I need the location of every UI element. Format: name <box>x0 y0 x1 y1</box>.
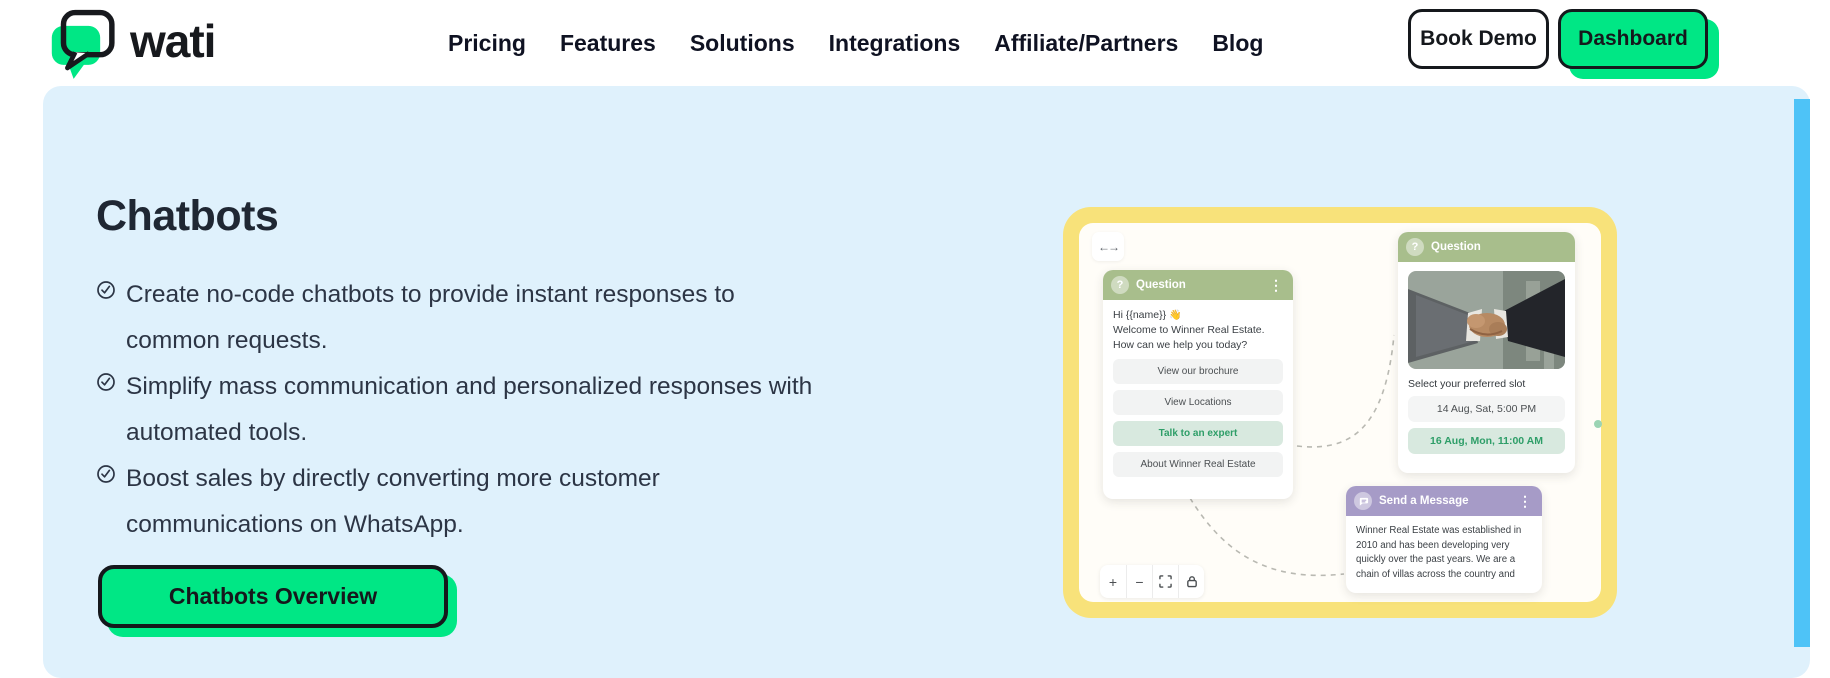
question-mark-icon: ? <box>1111 276 1129 294</box>
card-title: Question <box>1431 241 1481 253</box>
kebab-menu-icon[interactable]: ⋮ <box>1267 277 1285 294</box>
quick-reply-view-locations[interactable]: View Locations <box>1113 390 1283 415</box>
question-node-card: ? Question ⋮ Hi {{name}} 👋 Welcome to Wi… <box>1103 270 1293 499</box>
nav-item-solutions[interactable]: Solutions <box>690 30 795 57</box>
check-circle-icon <box>97 373 115 391</box>
top-navigation-bar: wati Pricing Features Solutions Integrat… <box>0 0 1830 86</box>
canvas-zoom-toolbar: + − <box>1100 565 1204 598</box>
book-demo-button[interactable]: Book Demo <box>1408 9 1549 69</box>
chatbots-overview-button[interactable]: Chatbots Overview <box>98 565 448 628</box>
zoom-in-button[interactable]: + <box>1100 565 1126 598</box>
lock-canvas-button[interactable] <box>1178 565 1204 598</box>
check-circle-icon <box>97 281 115 299</box>
resize-handle[interactable]: ←→ <box>1092 232 1124 261</box>
dashboard-button[interactable]: Dashboard <box>1558 9 1708 69</box>
slot-options: 14 Aug, Sat, 5:00 PM 16 Aug, Mon, 11:00 … <box>1408 396 1565 454</box>
chatbot-builder-illustration: ←→ ? Question ⋮ Hi {{name}} 👋 Welcome to… <box>1063 207 1617 618</box>
wati-logo[interactable]: wati <box>44 4 216 82</box>
card-title: Question <box>1136 279 1186 291</box>
main-nav: Pricing Features Solutions Integrations … <box>448 0 1263 86</box>
message-card-text: Winner Real Estate was established in 20… <box>1356 525 1522 580</box>
kebab-menu-icon[interactable]: ⋮ <box>1516 493 1534 510</box>
question-card-body: Hi {{name}} 👋 Welcome to Winner Real Est… <box>1103 300 1293 487</box>
slot-option-14-aug[interactable]: 14 Aug, Sat, 5:00 PM <box>1408 396 1565 422</box>
send-message-node-card: Send a Message ⋮ Winner Real Estate was … <box>1346 486 1542 593</box>
nav-item-blog[interactable]: Blog <box>1212 30 1263 57</box>
question-mark-icon: ? <box>1406 238 1424 256</box>
question-card-header: ? Question ⋮ <box>1103 270 1293 300</box>
zoom-out-button[interactable]: − <box>1126 565 1152 598</box>
quick-reply-talk-to-expert[interactable]: Talk to an expert <box>1113 421 1283 446</box>
fullscreen-icon <box>1159 575 1172 588</box>
greeting-line: Hi {{name}} 👋 <box>1113 308 1283 323</box>
quick-reply-view-brochure[interactable]: View our brochure <box>1113 359 1283 384</box>
nav-item-integrations[interactable]: Integrations <box>829 30 961 57</box>
bullet-text: Boost sales by directly converting more … <box>126 465 660 538</box>
question-card-header: ? Question <box>1398 232 1575 262</box>
bullet-text: Create no-code chatbots to provide insta… <box>126 281 735 354</box>
nav-item-pricing[interactable]: Pricing <box>448 30 526 57</box>
wati-logo-icon <box>51 9 115 79</box>
bullet-mass-communication: Simplify mass communication and personal… <box>96 364 812 456</box>
greeting-text: Hi {{name}} <box>1113 309 1167 321</box>
nav-item-features[interactable]: Features <box>560 30 656 57</box>
question-node-card-slots: ? Question Select your preferred slot 14… <box>1398 232 1575 473</box>
page-scrollbar[interactable] <box>1794 99 1810 647</box>
wati-chatbots-page: wati Pricing Features Solutions Integrat… <box>0 0 1830 678</box>
chat-bubble-icon <box>1354 492 1372 510</box>
bullet-boost-sales: Boost sales by directly converting more … <box>96 456 660 548</box>
page-title: Chatbots <box>96 192 279 240</box>
slot-caption: Select your preferred slot <box>1408 378 1526 390</box>
card-title: Send a Message <box>1379 495 1469 507</box>
nav-item-affiliate-partners[interactable]: Affiliate/Partners <box>994 30 1178 57</box>
wave-emoji: 👋 <box>1169 310 1182 321</box>
slot-option-16-aug[interactable]: 16 Aug, Mon, 11:00 AM <box>1408 428 1565 454</box>
check-circle-icon <box>97 465 115 483</box>
lock-icon <box>1186 576 1197 588</box>
quick-reply-about[interactable]: About Winner Real Estate <box>1113 452 1283 477</box>
handshake-photo <box>1408 271 1565 369</box>
logo-wordmark: wati <box>130 15 216 67</box>
bullet-instant-responses: Create no-code chatbots to provide insta… <box>96 272 735 364</box>
message-line: How can we help you today? <box>1113 339 1248 351</box>
send-message-card-header: Send a Message ⋮ <box>1346 486 1542 516</box>
bullet-text: Simplify mass communication and personal… <box>126 373 813 446</box>
message-line: Welcome to Winner Real Estate. <box>1113 324 1265 336</box>
fit-screen-button[interactable] <box>1152 565 1178 598</box>
